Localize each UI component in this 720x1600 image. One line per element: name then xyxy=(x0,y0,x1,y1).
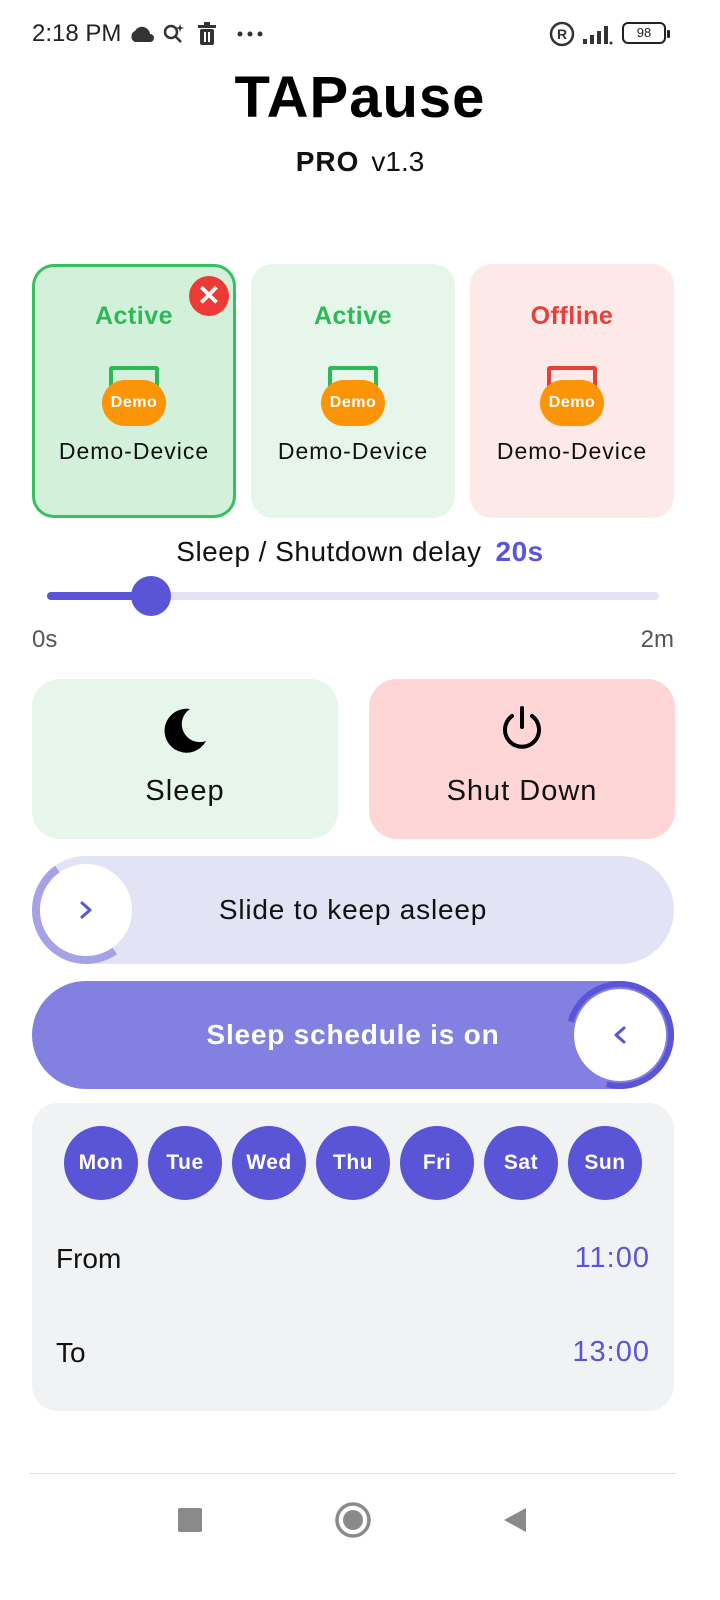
delay-max-label: 2m xyxy=(640,626,674,653)
day-sat[interactable]: Sat xyxy=(484,1126,558,1200)
device-card-1[interactable]: Active Demo Demo-Device ✕ xyxy=(32,264,236,518)
home-icon[interactable] xyxy=(333,1500,373,1540)
delay-slider[interactable] xyxy=(47,576,659,616)
trash-icon xyxy=(196,20,218,48)
moon-icon xyxy=(32,705,338,759)
schedule-panel: Mon Tue Wed Thu Fri Sat Sun From 11:00 T… xyxy=(32,1103,674,1411)
remove-device-icon[interactable]: ✕ xyxy=(189,276,229,316)
device-status: Offline xyxy=(530,302,614,330)
cloud-icon xyxy=(128,20,154,48)
keep-asleep-handle[interactable] xyxy=(40,864,132,956)
chevron-right-icon xyxy=(80,901,92,919)
sleep-schedule-handle[interactable] xyxy=(574,989,666,1081)
recent-apps-icon[interactable] xyxy=(170,1500,210,1540)
device-icon: Demo xyxy=(540,366,604,428)
device-name: Demo-Device xyxy=(496,438,648,464)
day-fri[interactable]: Fri xyxy=(400,1126,474,1200)
magic-search-icon xyxy=(162,20,186,48)
delay-label: Sleep / Shutdown delay 20s xyxy=(0,536,720,568)
day-mon[interactable]: Mon xyxy=(64,1126,138,1200)
back-icon[interactable] xyxy=(494,1500,534,1540)
day-sun[interactable]: Sun xyxy=(568,1126,642,1200)
to-label: To xyxy=(56,1337,86,1368)
day-selector: Mon Tue Wed Thu Fri Sat Sun xyxy=(64,1126,644,1202)
device-card-3[interactable]: Offline Demo Demo-Device xyxy=(470,264,674,518)
svg-text:R: R xyxy=(557,26,567,42)
version-label: v1.3 xyxy=(371,146,425,177)
keep-asleep-slider[interactable]: Slide to keep asleep xyxy=(23,847,674,973)
chevron-left-icon xyxy=(614,1026,626,1044)
status-bar: 2:18 PM R 98 xyxy=(0,0,720,64)
device-status: Active xyxy=(313,302,393,330)
sleep-schedule-toggle[interactable]: Sleep schedule is on xyxy=(32,961,694,1109)
nav-divider xyxy=(30,1473,676,1474)
app-edition-version: PRO v1.3 xyxy=(0,146,720,178)
device-icon: Demo xyxy=(102,366,166,428)
from-time[interactable]: 11:00 xyxy=(575,1242,650,1275)
delay-slider-thumb[interactable] xyxy=(131,576,172,616)
day-wed[interactable]: Wed xyxy=(232,1126,306,1200)
app-title: TAPause xyxy=(234,65,486,130)
device-icon: Demo xyxy=(321,366,385,428)
power-icon xyxy=(369,705,675,759)
demo-badge: Demo xyxy=(102,380,166,426)
device-name: Demo-Device xyxy=(58,438,210,464)
edition-label: PRO xyxy=(295,146,360,177)
more-icon xyxy=(236,20,264,48)
sleep-label: Sleep xyxy=(145,775,225,807)
demo-badge: Demo xyxy=(540,380,604,426)
delay-min-label: 0s xyxy=(32,626,58,653)
sleep-button[interactable]: Sleep xyxy=(32,679,338,839)
delay-label-text: Sleep / Shutdown delay xyxy=(176,536,482,567)
shutdown-label: Shut Down xyxy=(446,775,598,807)
day-thu[interactable]: Thu xyxy=(316,1126,390,1200)
device-card-2[interactable]: Active Demo Demo-Device xyxy=(251,264,455,518)
registered-icon: R xyxy=(549,20,575,48)
to-time[interactable]: 13:00 xyxy=(572,1336,650,1369)
status-time: 2:18 PM xyxy=(32,20,122,47)
day-tue[interactable]: Tue xyxy=(148,1126,222,1200)
battery-icon: 98 xyxy=(622,22,670,44)
signal-icon xyxy=(582,20,614,48)
delay-value: 20s xyxy=(495,536,544,567)
shutdown-button[interactable]: Shut Down xyxy=(369,679,675,839)
device-name: Demo-Device xyxy=(277,438,429,464)
from-label: From xyxy=(56,1243,122,1274)
demo-badge: Demo xyxy=(321,380,385,426)
